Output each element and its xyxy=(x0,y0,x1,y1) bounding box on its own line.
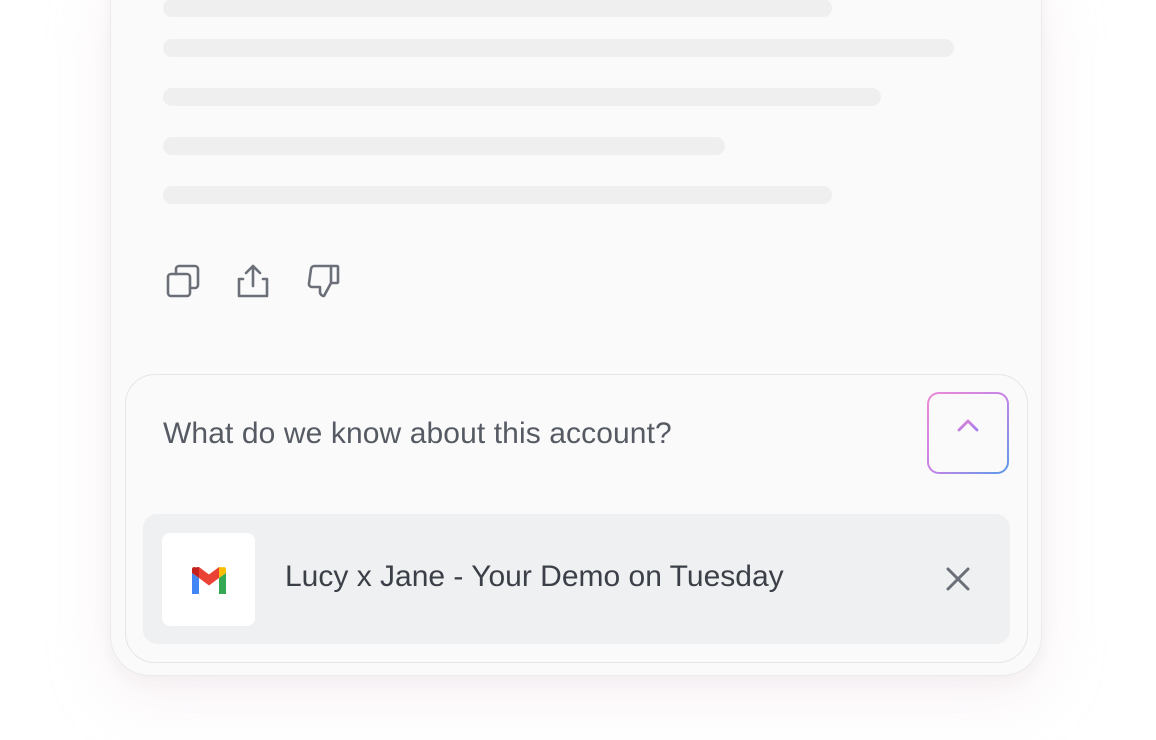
share-button[interactable] xyxy=(233,261,273,301)
thumbs-down-button[interactable] xyxy=(303,261,343,301)
skeleton-line xyxy=(163,39,954,57)
remove-attachment-button[interactable] xyxy=(938,559,978,599)
attachment-title: Lucy x Jane - Your Demo on Tuesday xyxy=(285,560,784,593)
close-icon xyxy=(946,567,970,591)
share-icon xyxy=(237,264,269,298)
gmail-icon xyxy=(191,566,226,594)
skeleton-line xyxy=(163,186,832,204)
skeleton-line xyxy=(163,88,881,106)
email-attachment[interactable]: Lucy x Jane - Your Demo on Tuesday xyxy=(143,514,1010,644)
skeleton-line xyxy=(163,0,832,17)
skeleton-line xyxy=(163,137,725,155)
chat-panel: What do we know about this account? Lucy… xyxy=(110,0,1042,676)
prompt-input[interactable]: What do we know about this account? xyxy=(163,417,672,451)
chat-composer: What do we know about this account? Lucy… xyxy=(125,374,1028,663)
send-button[interactable] xyxy=(927,392,1009,474)
copy-icon xyxy=(166,264,200,298)
thumbs-down-icon xyxy=(307,264,340,298)
copy-button[interactable] xyxy=(163,261,203,301)
message-actions xyxy=(163,261,343,301)
arrow-up-icon xyxy=(957,419,979,448)
gmail-tile xyxy=(162,533,255,626)
